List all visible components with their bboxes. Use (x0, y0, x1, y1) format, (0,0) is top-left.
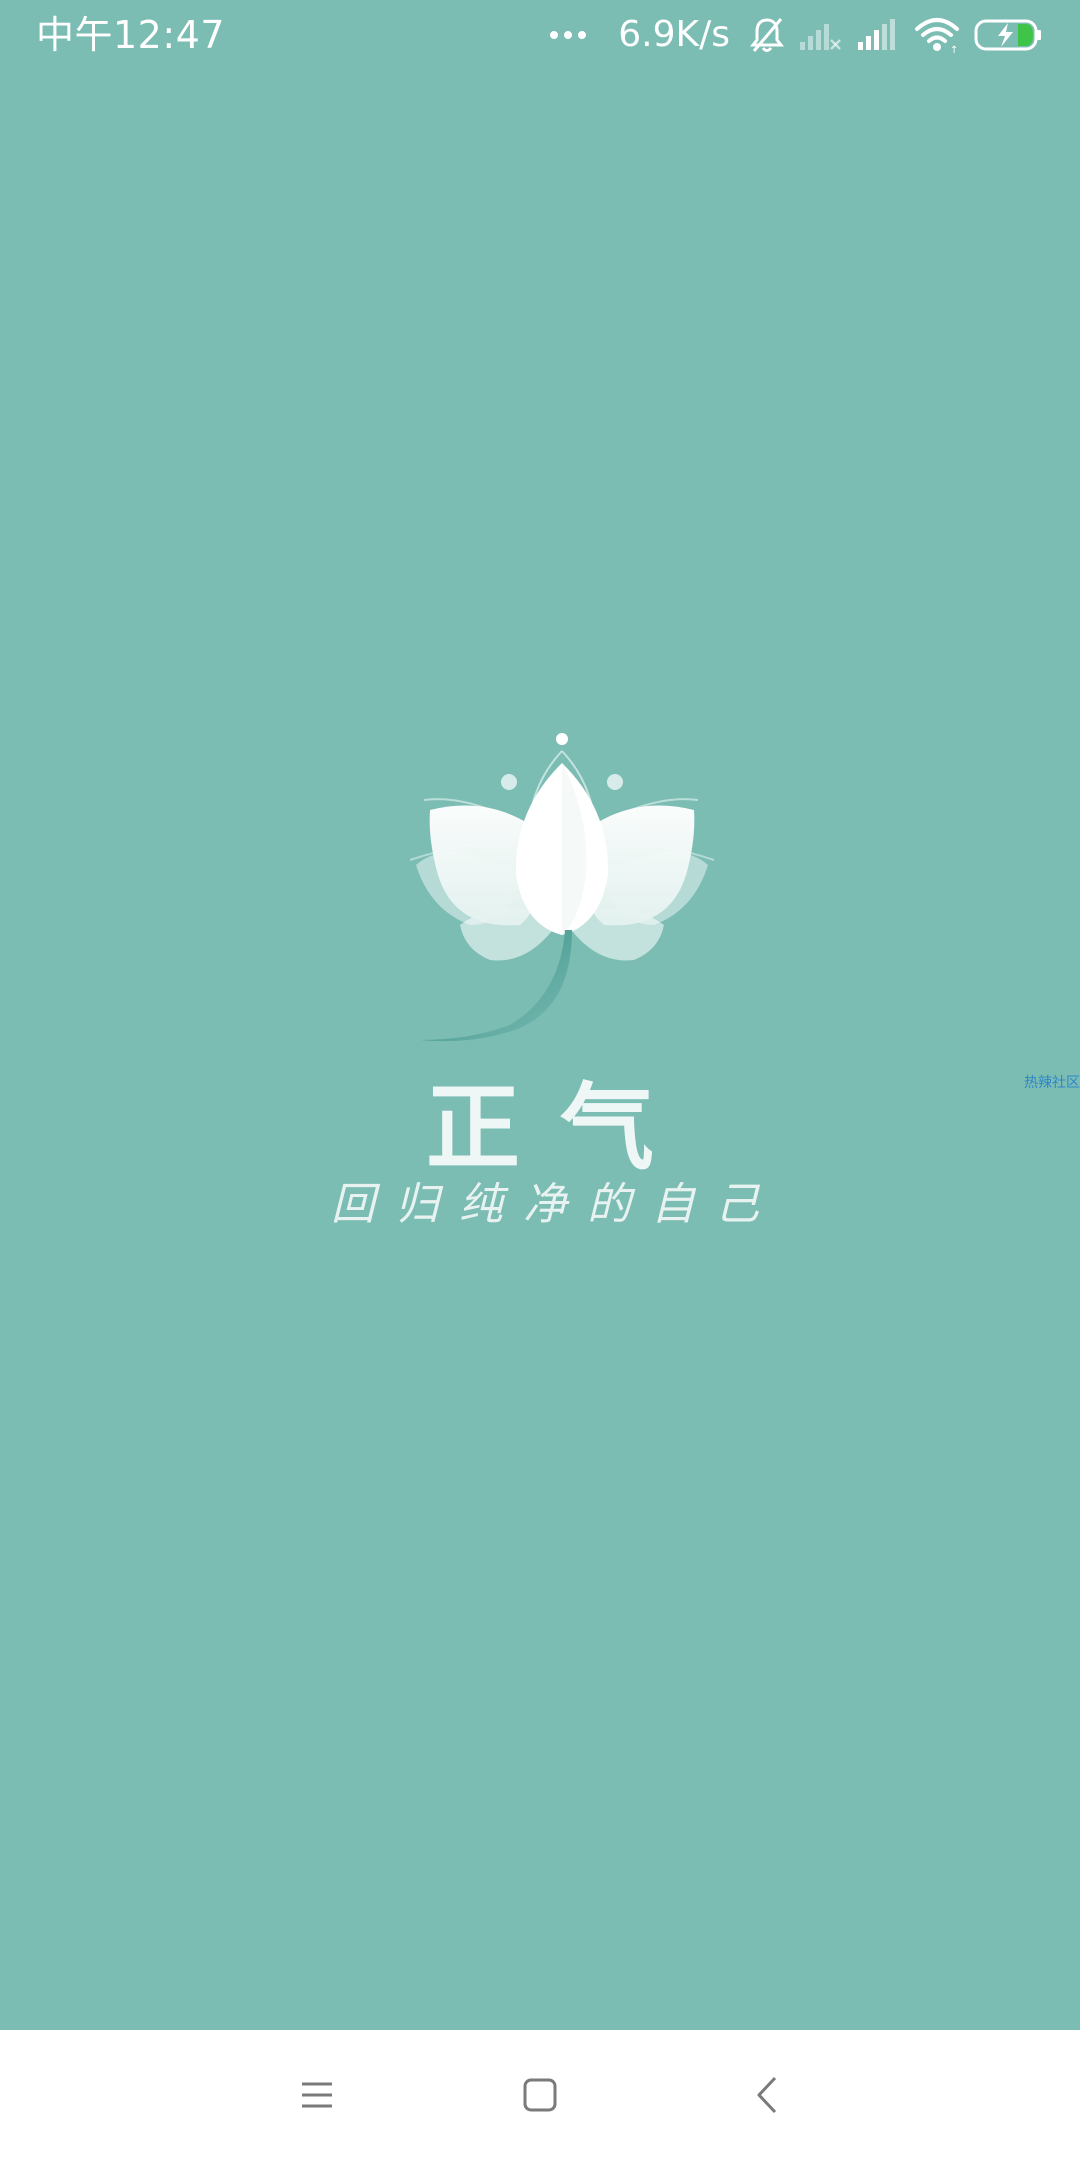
back-button[interactable] (732, 2060, 802, 2130)
status-icons: 6.9K/s ↑ (550, 10, 1044, 60)
side-badge[interactable]: 热辣社区 (1024, 1072, 1080, 1092)
menu-icon (302, 2082, 332, 2108)
app-slogan: 回归纯净的自己 (331, 1179, 779, 1230)
splash-screen: 中午12:47 6.9K/s ↑ 正气 回归纯净的自己 热辣社区 (0, 0, 1080, 2160)
more-dots-icon (550, 31, 587, 39)
status-time: 中午12:47 (36, 13, 226, 57)
home-button[interactable] (505, 2060, 575, 2130)
navigation-bar (0, 2030, 1080, 2160)
lotus-logo-icon (400, 725, 720, 1055)
signal-icon (856, 18, 900, 52)
battery-charging-icon (974, 17, 1044, 53)
mute-bell-icon (750, 16, 784, 54)
wifi-icon: ↑↓ (914, 17, 960, 53)
network-speed: 6.9K/s (618, 14, 730, 55)
no-signal-icon (798, 18, 842, 52)
home-icon (523, 2078, 557, 2112)
status-bar: 中午12:47 6.9K/s ↑ (0, 0, 1080, 70)
back-icon (757, 2076, 777, 2114)
menu-button[interactable] (282, 2060, 352, 2130)
svg-text:↑↓: ↑↓ (950, 45, 960, 53)
